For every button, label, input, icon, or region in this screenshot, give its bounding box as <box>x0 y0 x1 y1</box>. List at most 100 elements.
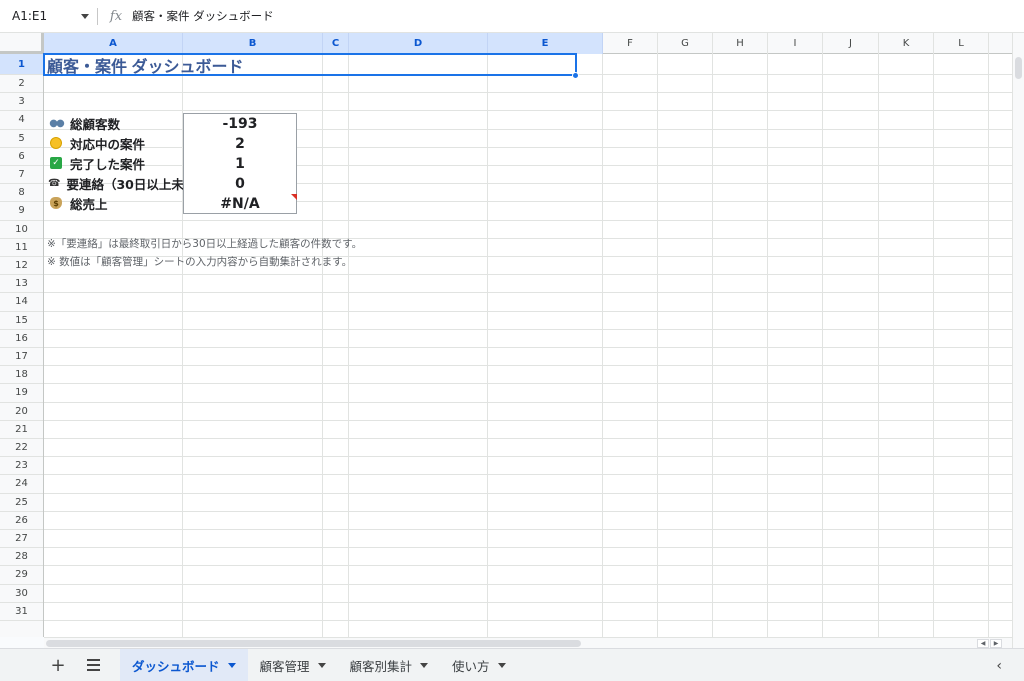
row-header-16[interactable]: 16 <box>0 330 43 348</box>
grid-row-line <box>44 529 1012 530</box>
column-header-j[interactable]: J <box>823 33 879 54</box>
grid-row-line <box>44 510 1012 512</box>
scroll-left-icon[interactable]: ◀ <box>977 639 989 648</box>
column-header-k[interactable]: K <box>879 33 934 54</box>
row-header-30[interactable]: 30 <box>0 585 43 603</box>
vertical-scrollbar[interactable] <box>1012 33 1024 648</box>
metric-label-total-customers: ●● 総顧客数 <box>48 114 120 132</box>
grid-column-line <box>712 54 713 637</box>
horizontal-scrollbar[interactable]: ◀ ▶ <box>44 637 1012 648</box>
tab-customer-summary[interactable]: 顧客別集計 <box>338 649 441 681</box>
chevron-down-icon[interactable] <box>420 662 429 668</box>
grid-column-line <box>878 54 879 637</box>
column-header-bar: ABCDEFGHIJKLM <box>0 33 1012 54</box>
cell-area[interactable]: 顧客・案件 ダッシュボード ●● 総顧客数 対応中の案件 ✓ 完了した案件 ☎ … <box>43 53 1012 637</box>
row-header-17[interactable]: 17 <box>0 348 43 367</box>
row-header-20[interactable]: 20 <box>0 403 43 421</box>
column-header-a[interactable]: A <box>44 33 183 54</box>
chevron-down-icon[interactable] <box>317 662 326 668</box>
row-header-19[interactable]: 19 <box>0 384 43 403</box>
grid-column-line <box>657 54 658 637</box>
grid-column-line <box>933 54 934 637</box>
row-header-23[interactable]: 23 <box>0 457 43 476</box>
row-header-bar: 1 2 3 4 5 6 7 8 9 10 11 12 13 14 15 16 17 18 19 20 21 22 23 24 2… <box>0 54 44 637</box>
row-header-13[interactable]: 13 <box>0 275 43 294</box>
chevron-down-icon[interactable] <box>227 662 236 668</box>
row-header-15[interactable]: 15 <box>0 312 43 330</box>
grid-row-line <box>44 310 1012 312</box>
row-header-10[interactable]: 10 <box>0 221 43 239</box>
fill-handle[interactable] <box>572 72 579 79</box>
error-indicator[interactable] <box>291 194 297 200</box>
scroll-right-icon[interactable]: ▶ <box>990 639 1002 648</box>
grid-row-line <box>44 620 1012 621</box>
tab-customer-management[interactable]: 顧客管理 <box>248 649 338 681</box>
spreadsheet-grid[interactable]: ABCDEFGHIJKLM 12345678910111213141516171… <box>0 33 1012 637</box>
select-all-corner[interactable] <box>0 33 44 54</box>
row-header-31[interactable]: 31 <box>0 603 43 621</box>
row-header-27[interactable]: 27 <box>0 530 43 549</box>
horizontal-scroll-thumb[interactable] <box>46 640 581 647</box>
column-header-g[interactable]: G <box>658 33 713 54</box>
metric-value-needs-contact[interactable]: 0 <box>183 174 297 193</box>
chevron-down-icon[interactable] <box>81 13 89 19</box>
row-header-3[interactable]: 3 <box>0 93 43 112</box>
row-header-21[interactable]: 21 <box>0 421 43 439</box>
grid-row-line <box>44 419 1012 421</box>
column-header-b[interactable]: B <box>183 33 323 54</box>
add-sheet-icon[interactable]: + <box>38 655 78 676</box>
row-header-26[interactable]: 26 <box>0 512 43 530</box>
phone-icon: ☎ <box>48 177 61 189</box>
yellow-circle-icon <box>48 136 64 150</box>
column-header-f[interactable]: F <box>603 33 658 54</box>
row-header-18[interactable]: 18 <box>0 366 43 385</box>
row-header-9[interactable]: 9 <box>0 202 43 221</box>
formula-bar: A1:E1 fx 顧客・案件 ダッシュボード <box>0 0 1024 33</box>
chevron-down-icon[interactable] <box>497 662 506 668</box>
tab-how-to-use[interactable]: 使い方 <box>440 649 518 681</box>
row-header-2[interactable]: 2 <box>0 75 43 94</box>
metric-value-total-customers[interactable]: -193 <box>183 114 297 133</box>
vertical-scroll-thumb[interactable] <box>1015 57 1022 79</box>
chevron-left-icon[interactable]: ‹ <box>996 658 1002 674</box>
grid-row-line <box>44 438 1012 439</box>
metric-label-text: 総売上 <box>70 196 108 212</box>
row-header-24[interactable]: 24 <box>0 475 43 494</box>
column-header-c[interactable]: C <box>323 33 349 54</box>
row-header-5[interactable]: 5 <box>0 130 43 148</box>
column-header-d[interactable]: D <box>349 33 488 54</box>
row-header-12[interactable]: 12 <box>0 257 43 276</box>
row-header-7[interactable]: 7 <box>0 166 43 185</box>
column-header-e[interactable]: E <box>488 33 603 54</box>
row-header-1[interactable]: 1 <box>0 54 43 75</box>
tab-dashboard[interactable]: ダッシュボード <box>120 648 248 681</box>
row-header-22[interactable]: 22 <box>0 439 43 458</box>
column-header-l[interactable]: L <box>934 33 989 54</box>
grid-row-line <box>44 292 1012 294</box>
metric-value-active-cases[interactable]: 2 <box>183 134 297 153</box>
metric-value-completed-cases[interactable]: 1 <box>183 154 297 173</box>
column-header-h[interactable]: H <box>713 33 768 54</box>
grid-row-line <box>44 601 1012 603</box>
grid-row-line <box>44 274 1012 276</box>
column-header-i[interactable]: I <box>768 33 823 54</box>
row-header-6[interactable]: 6 <box>0 148 43 166</box>
grid-row-line <box>44 110 1012 112</box>
metric-label-needs-contact: ☎ 要連絡（30日以上未 <box>48 174 183 192</box>
metric-label-completed-cases: ✓ 完了した案件 <box>48 154 145 172</box>
metric-value-total-sales[interactable]: #N/A <box>183 194 297 213</box>
money-bag-icon: $ <box>48 196 64 210</box>
row-header-28[interactable]: 28 <box>0 548 43 567</box>
row-header-4[interactable]: 4 <box>0 111 43 130</box>
all-sheets-menu-icon[interactable] <box>78 659 108 671</box>
metric-label-text: 完了した案件 <box>70 156 146 172</box>
column-header-m[interactable]: M <box>989 33 1013 54</box>
row-header-25[interactable]: 25 <box>0 494 43 512</box>
row-header-8[interactable]: 8 <box>0 184 43 203</box>
fx-icon: fx <box>109 8 123 24</box>
row-header-11[interactable]: 11 <box>0 239 43 257</box>
formula-input[interactable]: 顧客・案件 ダッシュボード <box>130 8 274 24</box>
name-box[interactable]: A1:E1 <box>0 0 97 33</box>
row-header-29[interactable]: 29 <box>0 566 43 585</box>
row-header-14[interactable]: 14 <box>0 293 43 312</box>
